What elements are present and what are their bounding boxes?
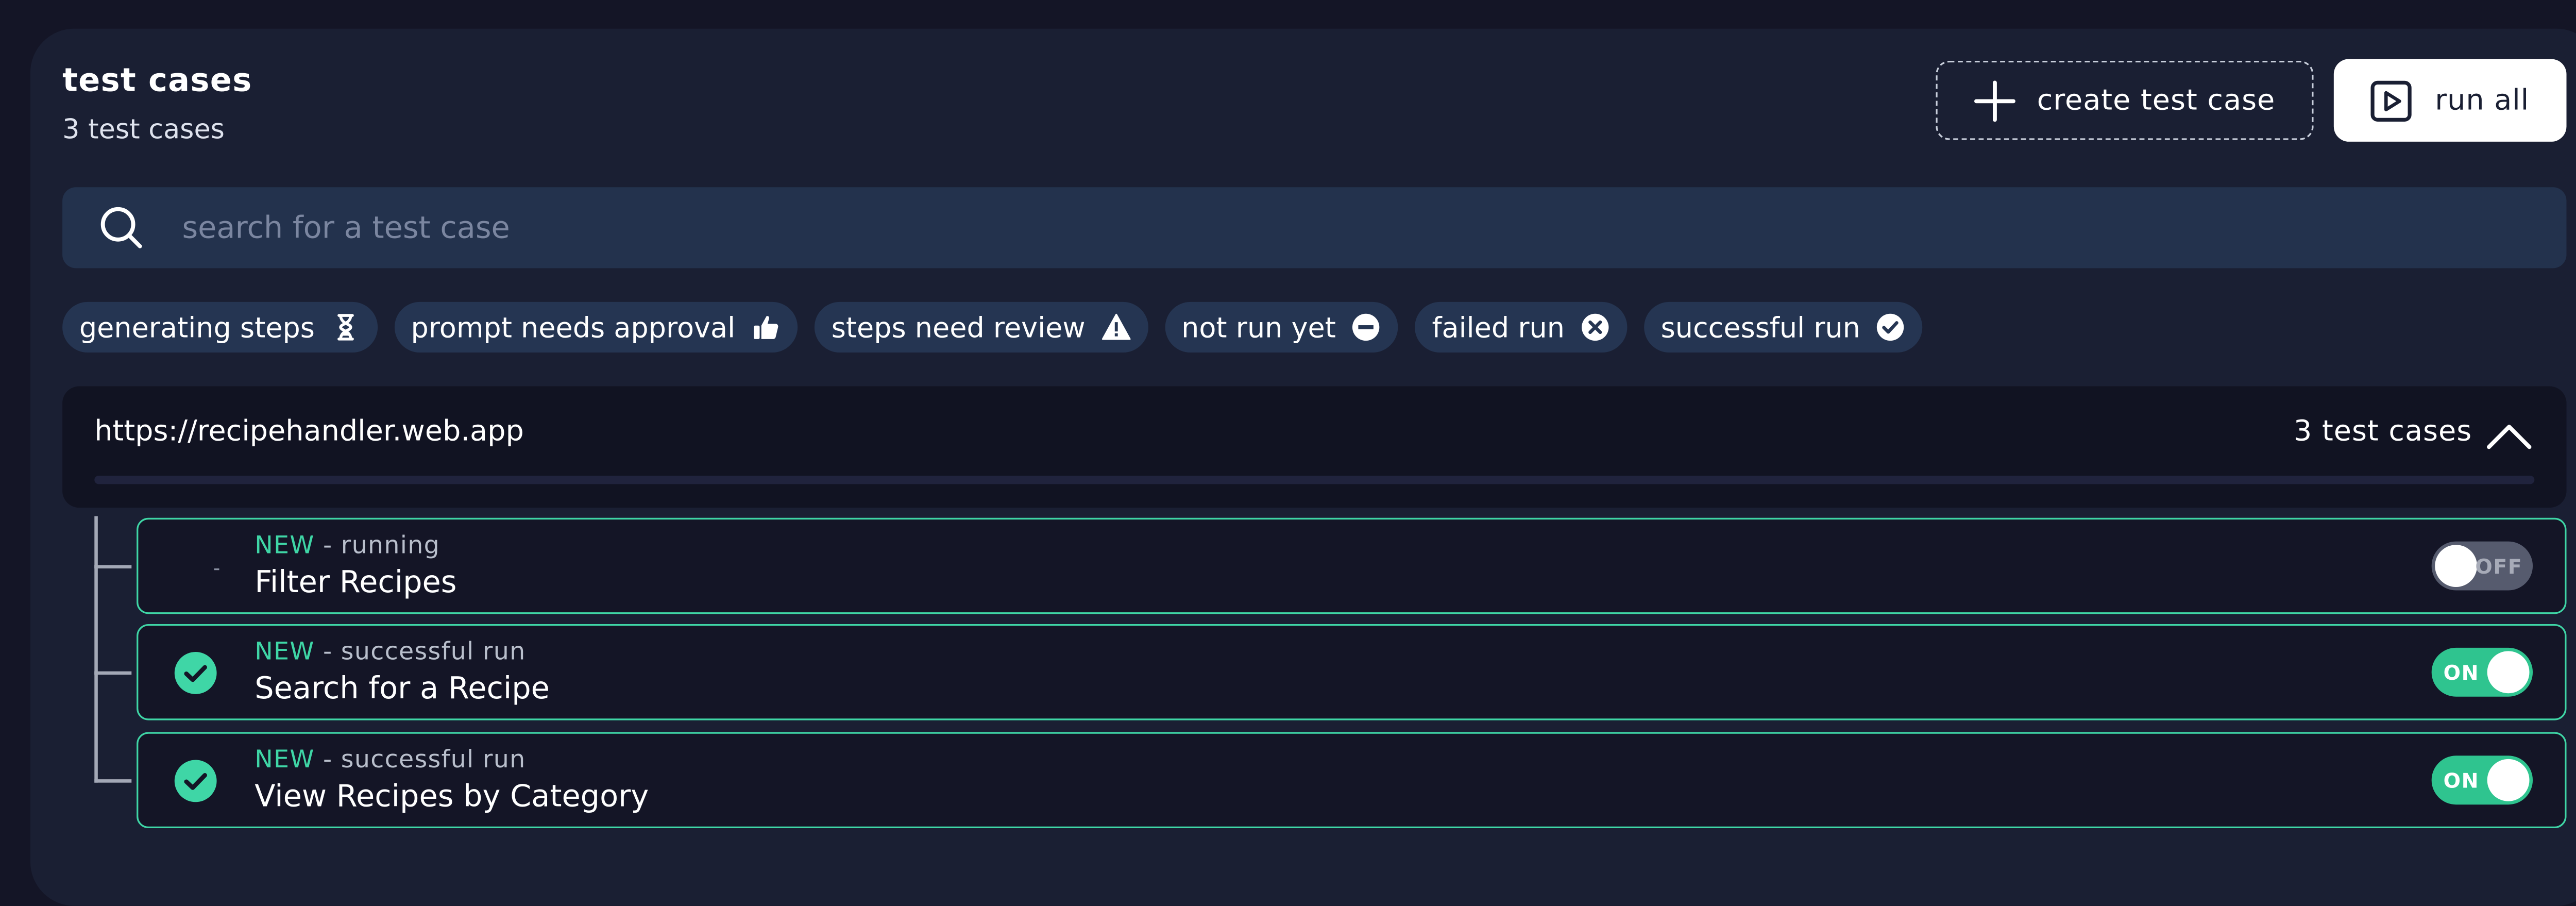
toggle-label: ON: [2443, 768, 2480, 792]
filter-label: not run yet: [1181, 311, 1336, 344]
chevron-up-icon[interactable]: [2484, 413, 2534, 457]
search-icon: [100, 207, 142, 248]
filter-label: prompt needs approval: [411, 311, 736, 344]
toggle-knob: [2435, 545, 2478, 588]
filter-generating-steps[interactable]: generating steps: [62, 301, 378, 353]
test-case-name: Filter Recipes: [255, 565, 457, 601]
new-badge: NEW: [255, 533, 315, 560]
test-case-row[interactable]: NEW - successful run View Recipes by Cat…: [137, 732, 2567, 829]
toggle-knob: [2487, 651, 2530, 694]
test-case-status: NEW - running: [255, 533, 440, 560]
new-badge: NEW: [255, 639, 315, 666]
group-url: https://recipehandler.web.app: [94, 415, 524, 449]
filter-prompt-needs-approval[interactable]: prompt needs approval: [394, 301, 798, 353]
filter-label: failed run: [1432, 311, 1565, 344]
play-icon: [2370, 80, 2412, 121]
toggle-knob: [2487, 759, 2530, 801]
status-text: - successful run: [314, 747, 526, 775]
filter-failed-run[interactable]: failed run: [1415, 301, 1628, 353]
filter-steps-need-review[interactable]: steps need review: [814, 301, 1148, 353]
test-case-count: 3 test cases: [62, 113, 225, 145]
test-case-status: NEW - successful run: [255, 639, 526, 666]
filter-not-run-yet[interactable]: not run yet: [1164, 301, 1399, 353]
app-root: test cases 3 test cases create test case…: [0, 0, 2576, 906]
test-case-row[interactable]: NEW - running Filter Recipes OFF: [137, 517, 2567, 614]
filter-successful-run[interactable]: successful run: [1643, 301, 1923, 353]
page-title: test cases: [62, 62, 252, 100]
spinner-icon: [214, 568, 219, 571]
enable-toggle[interactable]: ON: [2431, 647, 2533, 697]
test-case-name: View Recipes by Category: [255, 779, 649, 815]
enable-toggle[interactable]: OFF: [2431, 541, 2533, 591]
hourglass-icon: [336, 314, 353, 341]
group-progress-bar: [94, 475, 2535, 484]
test-case-name: Search for a Recipe: [255, 671, 550, 707]
search-input[interactable]: [178, 208, 2567, 247]
plus-icon: [1974, 79, 2015, 121]
thumbs-up-icon: [754, 316, 778, 339]
test-case-status: NEW - successful run: [255, 747, 526, 774]
enable-toggle[interactable]: ON: [2431, 756, 2533, 805]
filter-label: successful run: [1660, 311, 1860, 344]
tree-connector: [94, 671, 132, 783]
search-bar[interactable]: [62, 187, 2567, 269]
tree-connector: [94, 516, 132, 569]
filter-label: steps need review: [831, 311, 1086, 344]
test-case-row[interactable]: NEW - successful run Search for a Recipe…: [137, 624, 2567, 720]
toggle-label: OFF: [2475, 554, 2523, 578]
url-group-header[interactable]: https://recipehandler.web.app 3 test cas…: [62, 386, 2567, 508]
run-all-button[interactable]: run all: [2333, 59, 2567, 142]
run-all-label: run all: [2435, 83, 2530, 118]
x-circle-icon: [1581, 313, 1609, 341]
toggle-label: ON: [2443, 660, 2480, 684]
minus-circle-icon: [1352, 313, 1380, 341]
create-test-case-label: create test case: [2037, 83, 2276, 118]
warning-icon: [1101, 313, 1130, 340]
check-circle-icon: [174, 760, 217, 802]
group-test-count: 3 test cases: [2293, 415, 2472, 449]
tree-connector: [94, 565, 132, 675]
status-text: - running: [314, 533, 440, 560]
check-circle-icon: [1877, 313, 1905, 341]
filter-label: generating steps: [79, 311, 315, 344]
new-badge: NEW: [255, 747, 315, 775]
check-circle-icon: [174, 652, 217, 694]
create-test-case-button[interactable]: create test case: [1936, 60, 2314, 140]
status-text: - successful run: [314, 639, 526, 666]
status-filters: generating steps prompt needs approval s…: [62, 301, 1923, 353]
